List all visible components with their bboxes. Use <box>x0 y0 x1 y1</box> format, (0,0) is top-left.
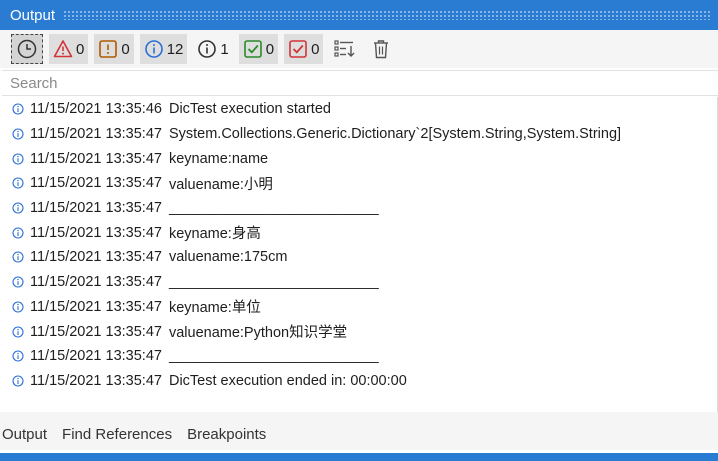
info-icon <box>10 225 26 241</box>
trace-filter-button[interactable]: 1 <box>193 34 232 64</box>
log-timestamp: 11/15/2021 13:35:47 <box>30 348 162 365</box>
log-timestamp: 11/15/2021 13:35:47 <box>30 298 162 315</box>
warnings-filter-button[interactable]: 0 <box>94 34 134 64</box>
log-message: DicTest execution started <box>168 101 331 118</box>
tab-find-references[interactable]: Find References <box>60 420 174 450</box>
info-icon <box>10 200 26 216</box>
log-message: valuename:Python知识学堂 <box>168 325 348 342</box>
errors-filter-button[interactable]: 0 <box>49 34 89 64</box>
log-row[interactable]: 11/15/2021 13:35:47 keyname:name <box>2 146 717 171</box>
info-icon <box>10 175 26 191</box>
panel-divider <box>0 412 718 420</box>
info-icon <box>10 299 26 315</box>
trace-count: 1 <box>220 40 229 58</box>
show-timestamps-button[interactable] <box>11 34 43 64</box>
info-circle-icon <box>144 39 164 59</box>
failed-count: 0 <box>311 40 320 58</box>
log-message: DicTest execution ended in: 00:00:00 <box>168 372 407 389</box>
list-arrow-down-icon <box>333 38 357 60</box>
warnings-count: 0 <box>121 40 130 58</box>
scroll-to-end-button[interactable] <box>329 34 361 64</box>
log-row[interactable]: 11/15/2021 13:35:47 valuename:Python知识学堂 <box>2 319 717 344</box>
log-timestamp: 11/15/2021 13:35:47 <box>30 249 162 266</box>
error-triangle-icon <box>53 39 73 59</box>
warning-square-icon <box>98 39 118 59</box>
info-icon <box>10 126 26 142</box>
clock-icon <box>16 38 38 60</box>
log-message: __________________________ <box>168 348 379 365</box>
log-message: keyname:身高 <box>168 226 261 243</box>
log-message: __________________________ <box>168 274 379 291</box>
info-icon <box>10 348 26 364</box>
check-box-icon <box>243 39 263 59</box>
panel-tab-strip: Output Find References Breakpoints <box>0 420 718 450</box>
info-icon <box>10 274 26 290</box>
info-icon <box>10 249 26 265</box>
search-input[interactable] <box>2 71 718 95</box>
log-timestamp: 11/15/2021 13:35:47 <box>30 126 162 143</box>
log-row[interactable]: 11/15/2021 13:35:47 DicTest execution end… <box>2 369 717 394</box>
failed-filter-button[interactable]: 0 <box>284 34 324 64</box>
trace-info-icon <box>197 39 217 59</box>
log-message: valuename:175cm <box>168 249 288 266</box>
log-row[interactable]: 11/15/2021 13:35:47 keyname:身高 <box>2 220 717 245</box>
log-message: keyname:name <box>168 150 269 167</box>
log-row[interactable]: 11/15/2021 13:35:47 _____________________… <box>2 344 717 369</box>
log-timestamp: 11/15/2021 13:35:47 <box>30 150 162 167</box>
trash-icon <box>371 38 391 60</box>
info-icon <box>10 151 26 167</box>
tab-breakpoints[interactable]: Breakpoints <box>185 420 268 450</box>
success-filter-button[interactable]: 0 <box>238 34 279 64</box>
log-row[interactable]: 11/15/2021 13:35:47 _____________________… <box>2 270 717 295</box>
failed-check-icon <box>288 39 308 59</box>
log-timestamp: 11/15/2021 13:35:47 <box>30 175 162 192</box>
clear-output-button[interactable] <box>367 34 395 64</box>
log-row[interactable]: 11/15/2021 13:35:47 valuename:175cm <box>2 245 717 270</box>
log-message: valuename:小明 <box>168 176 273 193</box>
drag-grip[interactable] <box>63 10 712 20</box>
info-icon <box>10 101 26 117</box>
log-timestamp: 11/15/2021 13:35:47 <box>30 200 162 217</box>
output-log[interactable]: 11/15/2021 13:35:46 DicTest execution sta… <box>2 97 718 412</box>
output-toolbar: 0 0 12 1 0 0 <box>0 30 718 68</box>
info-filter-button[interactable]: 12 <box>139 34 188 64</box>
log-timestamp: 11/15/2021 13:35:47 <box>30 323 162 340</box>
log-row[interactable]: 11/15/2021 13:35:47 keyname:单位 <box>2 295 717 320</box>
status-bar <box>0 453 718 461</box>
output-panel-header: Output <box>0 0 718 30</box>
log-message: System.Collections.Generic.Dictionary`2[… <box>168 126 622 143</box>
log-row[interactable]: 11/15/2021 13:35:46 DicTest execution sta… <box>2 97 717 122</box>
log-timestamp: 11/15/2021 13:35:47 <box>30 224 162 241</box>
search-box <box>2 70 718 96</box>
success-count: 0 <box>265 40 275 58</box>
log-timestamp: 11/15/2021 13:35:46 <box>30 101 162 118</box>
log-message: keyname:单位 <box>168 300 261 317</box>
info-icon <box>10 373 26 389</box>
info-icon <box>10 324 26 340</box>
info-count: 12 <box>166 40 184 58</box>
tab-output[interactable]: Output <box>0 420 49 450</box>
panel-title: Output <box>10 6 56 24</box>
errors-count: 0 <box>76 40 85 58</box>
log-row[interactable]: 11/15/2021 13:35:47 valuename:小明 <box>2 171 717 196</box>
log-row[interactable]: 11/15/2021 13:35:47 _____________________… <box>2 196 717 221</box>
log-message: __________________________ <box>168 200 379 217</box>
log-timestamp: 11/15/2021 13:35:47 <box>30 274 162 291</box>
log-timestamp: 11/15/2021 13:35:47 <box>30 372 162 389</box>
log-row[interactable]: 11/15/2021 13:35:47 System.Collections.Ge… <box>2 122 717 147</box>
